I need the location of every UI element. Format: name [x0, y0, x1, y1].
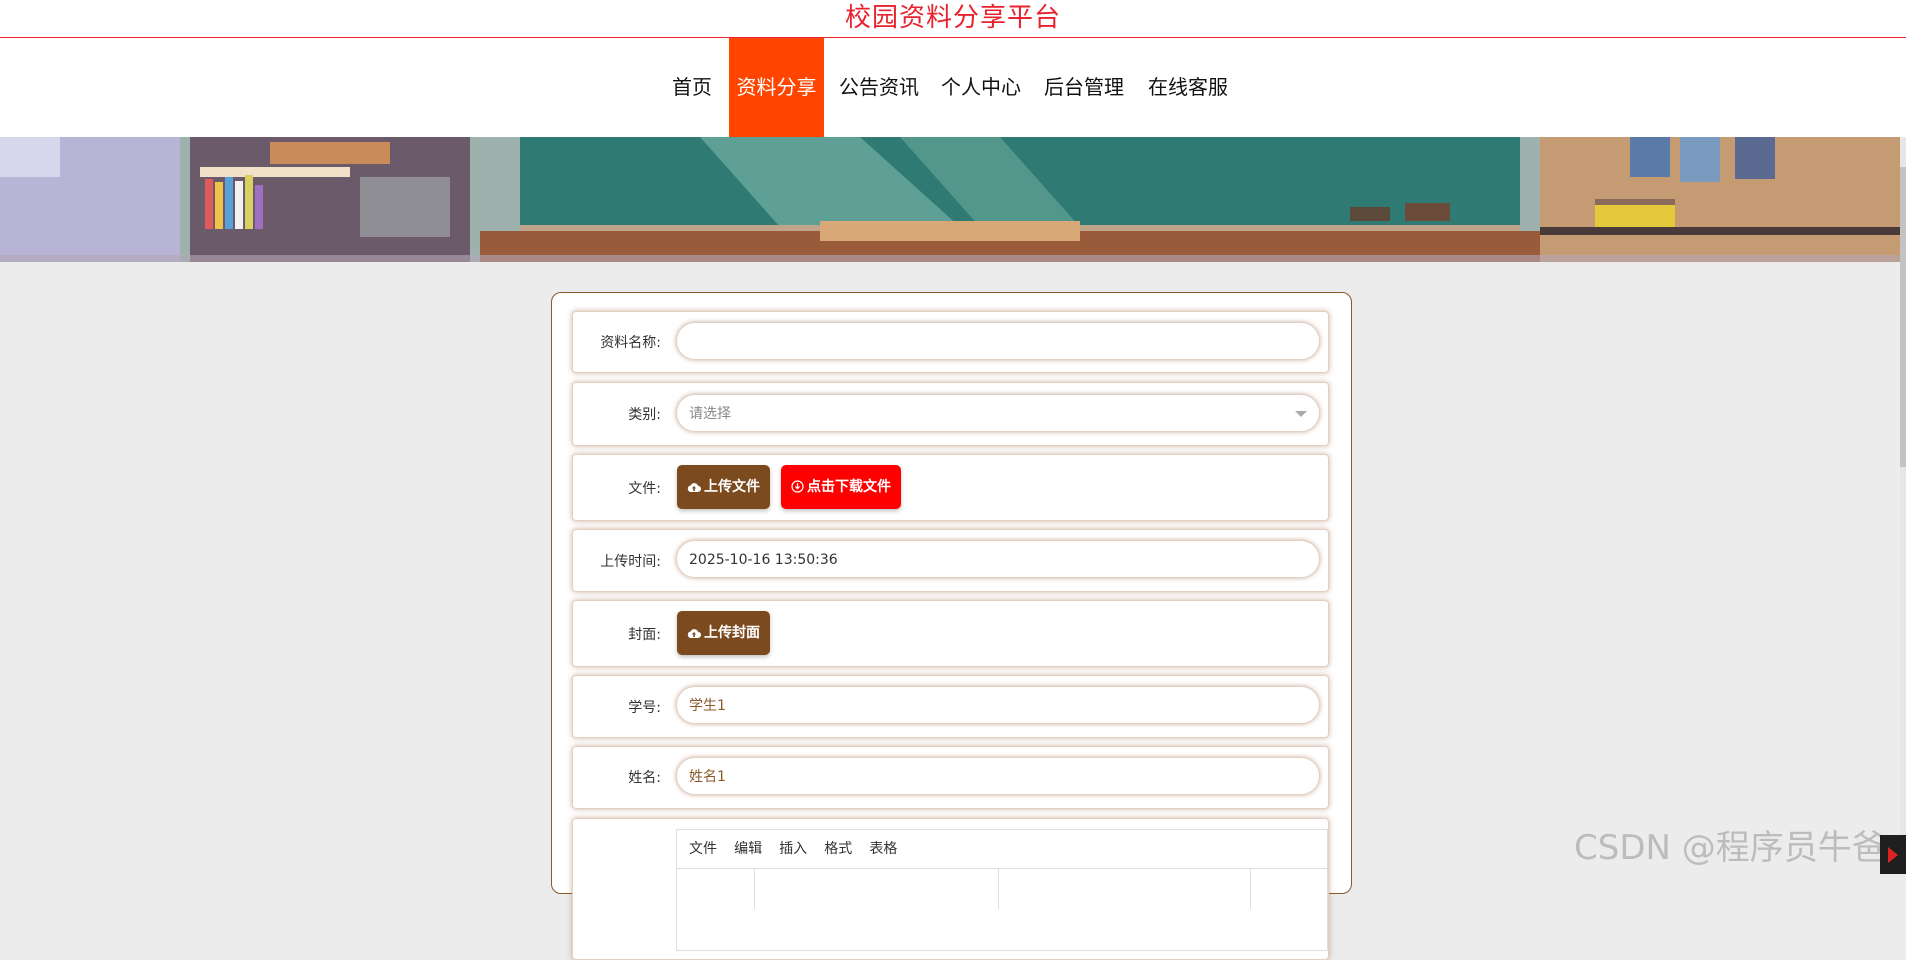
form-row-name: 资料名称: [572, 311, 1329, 373]
editor-menu-edit[interactable]: 编辑 [734, 830, 762, 868]
resource-name-input[interactable] [676, 322, 1320, 360]
play-icon [1888, 847, 1898, 863]
category-label: 类别: [628, 407, 661, 423]
classroom-illustration [0, 137, 1900, 262]
student-name-input[interactable]: 姓名1 [676, 757, 1320, 795]
scrollbar-thumb[interactable] [1900, 167, 1906, 467]
form-row-upload-time: 上传时间: 2025-10-16 13:50:36 [572, 529, 1329, 592]
floating-widget[interactable] [1880, 835, 1906, 874]
download-file-button[interactable]: 点击下载文件 [781, 465, 901, 509]
rich-text-editor[interactable]: 文件 编辑 插入 格式 表格 [676, 829, 1328, 951]
editor-menu-format[interactable]: 格式 [824, 830, 852, 868]
editor-menu-table[interactable]: 表格 [869, 830, 897, 868]
form-row-file: 文件: 上传文件 点击下载文件 [572, 454, 1329, 521]
toolbar-divider [1250, 869, 1251, 909]
student-id-label: 学号: [628, 700, 661, 716]
file-label: 文件: [628, 481, 661, 497]
toolbar-divider [998, 869, 999, 909]
form-row-category: 类别: 请选择 [572, 382, 1329, 446]
name-label: 资料名称: [600, 335, 661, 351]
editor-menu-file[interactable]: 文件 [689, 830, 717, 868]
editor-menubar: 文件 编辑 插入 格式 表格 [677, 830, 1327, 869]
form-row-student-id: 学号: 学生1 [572, 675, 1329, 738]
nav-item-personal-center[interactable]: 个人中心 [938, 38, 1024, 137]
cloud-upload-icon [687, 483, 702, 493]
nav-item-admin[interactable]: 后台管理 [1041, 38, 1127, 137]
watermark: CSDN @程序员牛爸 [1574, 828, 1886, 868]
upload-time-input[interactable]: 2025-10-16 13:50:36 [676, 540, 1320, 578]
form-row-student-name: 姓名: 姓名1 [572, 746, 1329, 809]
resource-form: 资料名称: 类别: 请选择 文件: 上传文件 点击下载文件 上传时间: 2025… [551, 292, 1352, 960]
upload-time-label: 上传时间: [600, 554, 661, 570]
banner-image [0, 137, 1900, 262]
category-select[interactable]: 请选择 [676, 394, 1320, 432]
site-title: 校园资料分享平台 [844, 3, 1061, 33]
nav-item-resource-share[interactable]: 资料分享 [729, 38, 824, 137]
page-scrollbar[interactable] [1900, 137, 1906, 874]
upload-cover-label: 上传封面 [704, 625, 760, 641]
cover-label: 封面: [628, 627, 661, 643]
upload-cover-button[interactable]: 上传封面 [677, 611, 770, 655]
download-circle-icon [791, 480, 804, 493]
student-name-label: 姓名: [628, 770, 661, 786]
upload-file-button[interactable]: 上传文件 [677, 465, 770, 509]
editor-toolbar [677, 869, 1327, 909]
main-nav: 首页 资料分享 公告资讯 个人中心 后台管理 在线客服 [0, 38, 1906, 137]
form-row-cover: 封面: 上传封面 [572, 600, 1329, 667]
student-id-input[interactable]: 学生1 [676, 686, 1320, 724]
category-placeholder: 请选择 [689, 406, 731, 422]
cloud-upload-icon [687, 629, 702, 639]
toolbar-divider [754, 869, 755, 909]
nav-item-online-service[interactable]: 在线客服 [1145, 38, 1231, 137]
top-header: 校园资料分享平台 首页 资料分享 公告资讯 个人中心 后台管理 在线客服 [0, 0, 1906, 137]
form-row-editor: 文件 编辑 插入 格式 表格 [572, 818, 1329, 960]
upload-file-label: 上传文件 [704, 479, 760, 495]
editor-menu-insert[interactable]: 插入 [779, 830, 807, 868]
nav-item-home[interactable]: 首页 [666, 38, 718, 137]
download-file-label: 点击下载文件 [807, 479, 891, 495]
nav-item-announcements[interactable]: 公告资讯 [836, 38, 922, 137]
chevron-down-icon [1295, 411, 1307, 417]
